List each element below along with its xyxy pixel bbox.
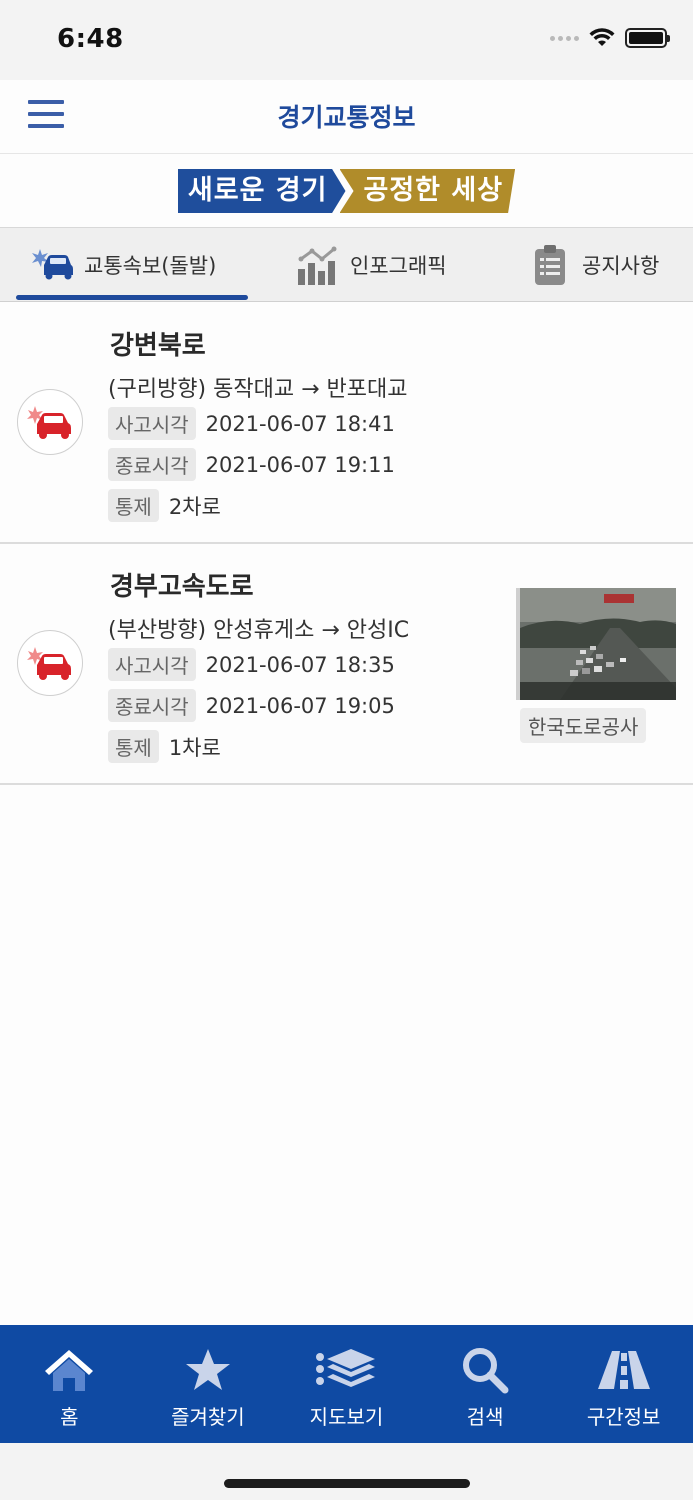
control-label: 통제 [108, 489, 159, 522]
start-time-label: 사고시각 [108, 407, 196, 440]
page-title: 경기교통정보 [277, 103, 416, 132]
route-text: (구리방향) 동작대교 → 반포대교 [108, 377, 408, 402]
status-bar: 6:48 [0, 0, 693, 80]
battery-icon [625, 28, 670, 48]
bottom-nav: 홈 즐겨찾기 지도보기 검색 구간정보 [0, 1325, 693, 1443]
home-icon [43, 1345, 95, 1395]
slogan-banner: 새로운 경기 공정한 세상 [0, 155, 693, 227]
wifi-icon [589, 28, 615, 46]
app-header: 경기교통정보 [0, 80, 693, 154]
tab-notice[interactable]: 공지사항 [526, 228, 659, 302]
control-label: 통제 [108, 730, 159, 763]
chart-icon [294, 243, 342, 287]
end-time-value: 2021-06-07 19:11 [205, 452, 395, 477]
control-row: 통제 2차로 [108, 489, 221, 522]
slogan-right: 공정한 세상 [339, 169, 516, 213]
end-time-value: 2021-06-07 19:05 [205, 693, 395, 718]
road-name: 강변북로 [110, 331, 206, 361]
nav-map[interactable]: 지도보기 [277, 1325, 416, 1443]
tab-traffic-news[interactable]: 교통속보(돌발) [28, 228, 216, 302]
start-time-value: 2021-06-07 18:35 [205, 652, 395, 677]
tab-infographic[interactable]: 인포그래픽 [294, 228, 447, 302]
layers-icon [315, 1345, 377, 1395]
start-time-label: 사고시각 [108, 648, 196, 681]
tab-bar: 교통속보(돌발) 인포그래픽 공지사항 [0, 227, 693, 302]
clipboard-icon [526, 243, 574, 287]
car-accident-icon [17, 389, 83, 455]
control-value: 1차로 [168, 735, 221, 760]
nav-label: 즐겨찾기 [171, 1405, 245, 1429]
nav-favorites[interactable]: 즐겨찾기 [139, 1325, 278, 1443]
start-time-row: 사고시각 2021-06-07 18:35 [108, 648, 395, 681]
slogan-logo: 새로운 경기 공정한 세상 [177, 168, 516, 214]
end-time-row: 종료시각 2021-06-07 19:05 [108, 689, 395, 722]
cctv-thumbnail[interactable] [516, 588, 676, 700]
nav-label: 지도보기 [309, 1405, 384, 1429]
home-indicator[interactable] [224, 1479, 470, 1488]
tab-label: 교통속보(돌발) [84, 254, 217, 278]
car-crash-icon [28, 243, 76, 287]
cctv-preview[interactable]: 한국도로공사 [516, 588, 676, 743]
start-time-value: 2021-06-07 18:41 [205, 411, 395, 436]
nav-home[interactable]: 홈 [0, 1325, 139, 1443]
end-time-label: 종료시각 [108, 689, 196, 722]
alert-list: 강변북로 (구리방향) 동작대교 → 반포대교 사고시각 2021-06-07 … [0, 303, 693, 785]
end-time-row: 종료시각 2021-06-07 19:11 [108, 448, 395, 481]
nav-label: 구간정보 [586, 1405, 661, 1429]
status-icons [550, 28, 670, 48]
car-accident-icon [17, 630, 83, 696]
signal-icon [550, 35, 579, 41]
nav-label: 검색 [466, 1405, 504, 1429]
star-icon [184, 1345, 232, 1395]
status-time: 6:48 [57, 24, 124, 54]
route-text: (부산방향) 안성휴게소 → 안성IC [108, 618, 410, 643]
tab-label: 인포그래픽 [350, 254, 447, 278]
start-time-row: 사고시각 2021-06-07 18:41 [108, 407, 395, 440]
alert-item[interactable]: 경부고속도로 (부산방향) 안성휴게소 → 안성IC 사고시각 2021-06-… [0, 544, 693, 785]
active-tab-indicator [16, 295, 248, 300]
alert-item[interactable]: 강변북로 (구리방향) 동작대교 → 반포대교 사고시각 2021-06-07 … [0, 303, 693, 544]
road-name: 경부고속도로 [110, 572, 254, 602]
tab-label: 공지사항 [582, 254, 660, 278]
nav-section-info[interactable]: 구간정보 [554, 1325, 693, 1443]
road-icon [596, 1345, 652, 1395]
control-value: 2차로 [168, 494, 221, 519]
search-icon [461, 1345, 509, 1395]
end-time-label: 종료시각 [108, 448, 196, 481]
control-row: 통제 1차로 [108, 730, 221, 763]
home-indicator-area [0, 1443, 693, 1500]
nav-search[interactable]: 검색 [416, 1325, 555, 1443]
cctv-source-label: 한국도로공사 [520, 708, 647, 743]
slogan-left: 새로운 경기 [177, 169, 346, 213]
nav-label: 홈 [60, 1405, 79, 1429]
